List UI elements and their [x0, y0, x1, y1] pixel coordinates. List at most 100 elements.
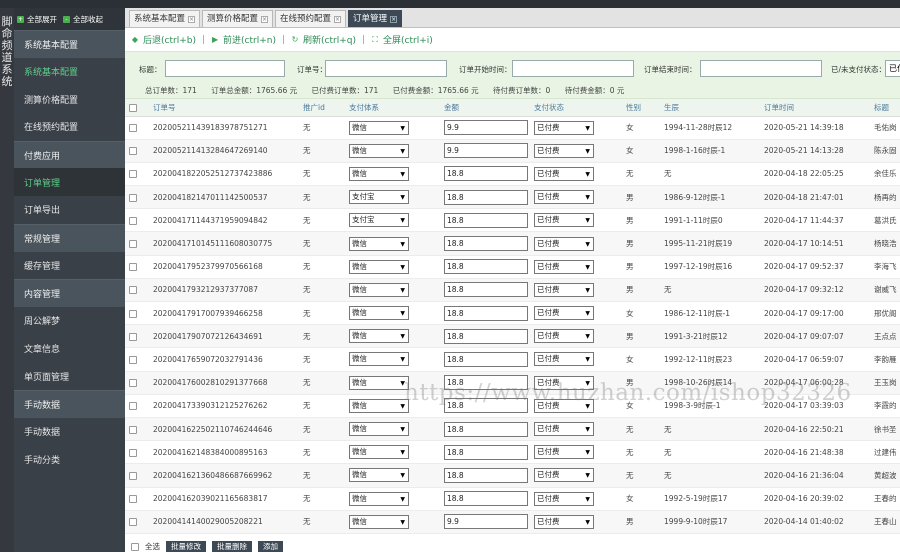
batch-edit-button[interactable]: 批量修改: [166, 541, 206, 552]
sidebar-item[interactable]: 文章信息: [14, 335, 125, 363]
close-icon[interactable]: ×: [390, 15, 398, 23]
pay-status-select[interactable]: 已付费 ▼: [534, 120, 594, 135]
start-time-input[interactable]: [512, 60, 634, 77]
sidebar-item[interactable]: 手动数据: [14, 418, 125, 446]
pay-status-select[interactable]: 已付费 ▼: [534, 445, 594, 460]
pay-method-select[interactable]: 微信 ▼: [349, 120, 409, 135]
row-checkbox[interactable]: [129, 147, 137, 156]
forward-button[interactable]: 前进(ctrl+n): [223, 33, 276, 46]
row-checkbox[interactable]: [129, 518, 137, 527]
end-time-input[interactable]: [700, 60, 822, 77]
sidebar-item[interactable]: 手动分类: [14, 445, 125, 473]
amount-input[interactable]: 18.8: [444, 236, 528, 252]
row-checkbox[interactable]: [129, 448, 137, 457]
pay-method-select[interactable]: 微信 ▼: [349, 398, 409, 413]
pay-method-select[interactable]: 微信 ▼: [349, 491, 409, 506]
collapse-all-button[interactable]: - 全部收起: [63, 14, 103, 25]
refresh-button[interactable]: 刷新(ctrl+q): [303, 33, 356, 46]
column-header[interactable]: 支付体系: [345, 99, 440, 117]
row-checkbox[interactable]: [129, 495, 137, 504]
back-button[interactable]: 后退(ctrl+b): [143, 33, 196, 46]
amount-input[interactable]: 18.8: [444, 305, 528, 321]
row-checkbox[interactable]: [129, 379, 137, 388]
amount-input[interactable]: 18.8: [444, 212, 528, 228]
row-checkbox[interactable]: [129, 124, 137, 133]
pay-method-select[interactable]: 微信 ▼: [349, 259, 409, 274]
batch-delete-button[interactable]: 批量删除: [212, 541, 252, 552]
row-checkbox[interactable]: [129, 355, 137, 364]
pay-method-select[interactable]: 微信 ▼: [349, 375, 409, 390]
pay-method-select[interactable]: 微信 ▼: [349, 236, 409, 251]
tab[interactable]: 在线预约配置 ×: [275, 10, 347, 27]
amount-input[interactable]: 18.8: [444, 491, 528, 507]
pay-method-select[interactable]: 微信 ▼: [349, 166, 409, 181]
close-icon[interactable]: ×: [188, 15, 196, 23]
sidebar-item[interactable]: 测算价格配置: [14, 85, 125, 113]
title-input[interactable]: [165, 60, 285, 77]
sidebar-item[interactable]: 订单管理: [14, 168, 125, 197]
pay-status-select[interactable]: 已付费 ▼: [534, 422, 594, 437]
add-button[interactable]: 添加: [258, 541, 283, 552]
column-header[interactable]: 性别: [622, 99, 660, 117]
sidebar-group[interactable]: 内容管理: [14, 279, 125, 307]
sidebar-item[interactable]: 在线预约配置: [14, 113, 125, 141]
pay-method-select[interactable]: 微信 ▼: [349, 306, 409, 321]
tab[interactable]: 订单管理 ×: [348, 10, 403, 27]
pay-status-select[interactable]: 已付费 ▼: [534, 259, 594, 274]
amount-input[interactable]: 18.8: [444, 467, 528, 483]
sidebar-item[interactable]: 订单导出: [14, 196, 125, 224]
pay-status-select[interactable]: 已付费 ▼: [534, 306, 594, 321]
order-input[interactable]: [325, 60, 447, 77]
amount-input[interactable]: 9.9: [444, 120, 528, 136]
pay-method-select[interactable]: 微信 ▼: [349, 514, 409, 529]
close-icon[interactable]: ×: [261, 15, 269, 23]
column-header[interactable]: 金额: [440, 99, 530, 117]
footer-select-all-checkbox[interactable]: [131, 542, 139, 551]
amount-input[interactable]: 18.8: [444, 259, 528, 275]
pay-status-select[interactable]: 已付费 ▼: [534, 213, 594, 228]
pay-method-select[interactable]: 微信 ▼: [349, 329, 409, 344]
pay-status-select[interactable]: 已付费 ▼: [534, 329, 594, 344]
row-checkbox[interactable]: [129, 425, 137, 434]
amount-input[interactable]: 18.8: [444, 189, 528, 205]
tab[interactable]: 系统基本配置 ×: [129, 10, 201, 27]
row-checkbox[interactable]: [129, 193, 137, 202]
sidebar-group[interactable]: 手动数据: [14, 389, 125, 418]
fullscreen-button[interactable]: 全屏(ctrl+i): [383, 33, 433, 46]
pay-method-select[interactable]: 支付宝 ▼: [349, 213, 409, 228]
pay-status-select[interactable]: 已付费 ▼: [534, 352, 594, 367]
row-checkbox[interactable]: [129, 309, 137, 318]
column-header[interactable]: 订单号: [149, 99, 299, 117]
pay-method-select[interactable]: 微信 ▼: [349, 143, 409, 158]
column-header[interactable]: 标题: [870, 99, 900, 117]
pay-status-select[interactable]: 已付费 ▼: [534, 491, 594, 506]
pay-status-select[interactable]: 已付费 ▼: [534, 236, 594, 251]
sidebar-item[interactable]: 系统基本配置: [14, 58, 125, 86]
column-header[interactable]: 订单时间: [760, 99, 870, 117]
amount-input[interactable]: 18.8: [444, 166, 528, 182]
pay-method-select[interactable]: 微信 ▼: [349, 422, 409, 437]
amount-input[interactable]: 18.8: [444, 351, 528, 367]
column-header[interactable]: 生辰: [660, 99, 760, 117]
pay-method-select[interactable]: 支付宝 ▼: [349, 190, 409, 205]
sidebar-group[interactable]: 系统基本配置: [14, 30, 125, 58]
pay-status-select[interactable]: 已付费 ▼: [534, 375, 594, 390]
pay-status-select[interactable]: 已付费 ▼: [534, 398, 594, 413]
tab[interactable]: 测算价格配置 ×: [202, 10, 274, 27]
amount-input[interactable]: 18.8: [444, 421, 528, 437]
amount-input[interactable]: 18.8: [444, 328, 528, 344]
select-all-checkbox[interactable]: [129, 103, 137, 112]
sidebar-item[interactable]: 单页面管理: [14, 362, 125, 390]
pay-method-select[interactable]: 微信 ▼: [349, 282, 409, 297]
sidebar-item[interactable]: 周公解梦: [14, 307, 125, 335]
amount-input[interactable]: 18.8: [444, 282, 528, 298]
row-checkbox[interactable]: [129, 240, 137, 249]
row-checkbox[interactable]: [129, 332, 137, 341]
pay-status-select[interactable]: 已付费 ▼: [534, 143, 594, 158]
pay-status-select[interactable]: 已付费 ▼: [534, 190, 594, 205]
amount-input[interactable]: 18.8: [444, 398, 528, 414]
sidebar-group[interactable]: 付费应用: [14, 140, 125, 169]
pay-method-select[interactable]: 微信 ▼: [349, 352, 409, 367]
amount-input[interactable]: 18.8: [444, 444, 528, 460]
pay-method-select[interactable]: 微信 ▼: [349, 468, 409, 483]
